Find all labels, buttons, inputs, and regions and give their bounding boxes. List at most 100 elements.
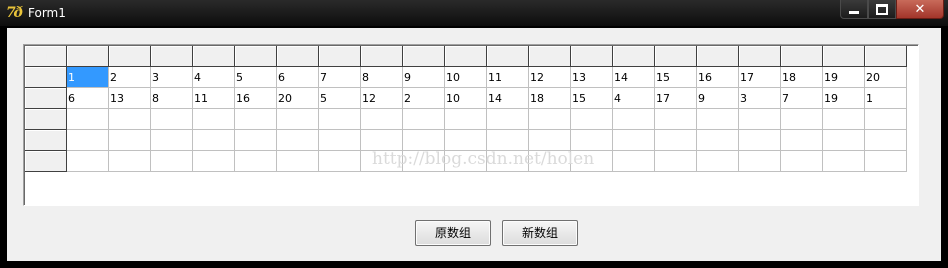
grid-row[interactable]: [25, 108, 907, 130]
grid-cell[interactable]: [864, 150, 907, 172]
grid-cell[interactable]: [780, 108, 823, 130]
grid-cell[interactable]: [444, 129, 487, 151]
maximize-button[interactable]: [868, 0, 896, 19]
grid-cell[interactable]: [570, 129, 613, 151]
grid-cell[interactable]: [612, 129, 655, 151]
grid-cell[interactable]: 10: [444, 66, 487, 88]
grid-cell[interactable]: 5: [234, 66, 277, 88]
grid-cell[interactable]: 3: [150, 66, 193, 88]
new-array-button[interactable]: 新数组: [502, 220, 578, 246]
grid-cell[interactable]: 10: [444, 87, 487, 109]
grid-cell[interactable]: 6: [66, 87, 109, 109]
grid-cell[interactable]: 16: [696, 66, 739, 88]
grid-cell[interactable]: [570, 108, 613, 130]
grid-cell[interactable]: 19: [822, 87, 865, 109]
grid-cell[interactable]: 12: [360, 87, 403, 109]
grid-cell[interactable]: [402, 108, 445, 130]
grid-cell[interactable]: [66, 108, 109, 130]
grid-cell[interactable]: 20: [864, 66, 907, 88]
grid-cell[interactable]: [696, 108, 739, 130]
grid-cell[interactable]: 20: [276, 87, 319, 109]
grid-cell[interactable]: 15: [654, 66, 697, 88]
grid-cell[interactable]: 2: [402, 87, 445, 109]
grid-cell[interactable]: [654, 150, 697, 172]
grid-cell[interactable]: [864, 108, 907, 130]
grid-cell[interactable]: [822, 150, 865, 172]
grid-cell[interactable]: [276, 129, 319, 151]
grid-cell[interactable]: [108, 129, 151, 151]
grid-cell[interactable]: [108, 150, 151, 172]
grid-cell[interactable]: 3: [738, 87, 781, 109]
grid-cell[interactable]: 16: [234, 87, 277, 109]
grid-cell[interactable]: [108, 108, 151, 130]
grid-cell[interactable]: [780, 150, 823, 172]
grid-cell[interactable]: [192, 108, 235, 130]
grid-row[interactable]: 1 2 3 4 5 6 7 8 9 10 11 12 13 14 15 16 17 18 19 20: [25, 66, 907, 88]
grid-cell[interactable]: [864, 129, 907, 151]
grid-cell[interactable]: 13: [108, 87, 151, 109]
grid-cell[interactable]: 8: [360, 66, 403, 88]
grid-cell[interactable]: 19: [822, 66, 865, 88]
grid-cell[interactable]: [192, 129, 235, 151]
grid-cell[interactable]: [66, 129, 109, 151]
grid-cell[interactable]: [486, 108, 529, 130]
grid-row[interactable]: [25, 129, 907, 151]
grid-cell[interactable]: [276, 108, 319, 130]
grid-cell[interactable]: [192, 150, 235, 172]
close-button[interactable]: ✕: [896, 0, 944, 19]
grid-cell[interactable]: [402, 129, 445, 151]
grid-cell[interactable]: 1: [864, 87, 907, 109]
grid-cell[interactable]: 9: [402, 66, 445, 88]
grid-cell[interactable]: [318, 108, 361, 130]
grid-cell[interactable]: [822, 129, 865, 151]
grid-cell[interactable]: [318, 150, 361, 172]
grid-cell[interactable]: 8: [150, 87, 193, 109]
title-bar[interactable]: 7ð Form1 ✕: [0, 0, 948, 26]
grid-cell[interactable]: [822, 108, 865, 130]
grid-cell[interactable]: [234, 108, 277, 130]
grid-cell[interactable]: 18: [780, 66, 823, 88]
grid-cell[interactable]: 2: [108, 66, 151, 88]
grid-cell[interactable]: [654, 108, 697, 130]
grid-cell[interactable]: [780, 129, 823, 151]
grid-cell[interactable]: 18: [528, 87, 571, 109]
grid-cell[interactable]: 7: [318, 66, 361, 88]
grid-cell[interactable]: [696, 129, 739, 151]
grid-cell[interactable]: [360, 108, 403, 130]
grid-cell[interactable]: [612, 108, 655, 130]
grid-cell[interactable]: [654, 129, 697, 151]
original-array-button[interactable]: 原数组: [415, 220, 491, 246]
grid-cell[interactable]: [486, 129, 529, 151]
grid-cell[interactable]: 17: [654, 87, 697, 109]
grid-cell[interactable]: [528, 108, 571, 130]
grid-cell[interactable]: [318, 129, 361, 151]
grid-cell[interactable]: 12: [528, 66, 571, 88]
grid-cell[interactable]: 4: [192, 66, 235, 88]
grid-cell[interactable]: 17: [738, 66, 781, 88]
grid-cell[interactable]: 14: [612, 66, 655, 88]
grid-cell[interactable]: 7: [780, 87, 823, 109]
grid-cell[interactable]: [150, 150, 193, 172]
grid-cell[interactable]: [528, 129, 571, 151]
grid-cell[interactable]: [696, 150, 739, 172]
grid-cell[interactable]: [738, 129, 781, 151]
grid-cell[interactable]: [150, 129, 193, 151]
grid-cell[interactable]: [234, 150, 277, 172]
grid-cell[interactable]: 15: [570, 87, 613, 109]
grid-cell[interactable]: 6: [276, 66, 319, 88]
grid-cell[interactable]: [360, 129, 403, 151]
grid-cell[interactable]: 14: [486, 87, 529, 109]
grid-cell[interactable]: [66, 150, 109, 172]
string-grid[interactable]: 1 2 3 4 5 6 7 8 9 10 11 12 13 14 15 16 17 18 19 20 6 13 8 11 16 2…: [23, 44, 919, 206]
grid-cell[interactable]: [150, 108, 193, 130]
minimize-button[interactable]: [840, 0, 868, 19]
grid-cell[interactable]: [276, 150, 319, 172]
grid-cell[interactable]: 13: [570, 66, 613, 88]
grid-cell[interactable]: 11: [486, 66, 529, 88]
grid-row[interactable]: 6 13 8 11 16 20 5 12 2 10 14 18 15 4 17 9 3 7 19 1: [25, 87, 907, 109]
grid-cell[interactable]: 4: [612, 87, 655, 109]
grid-cell[interactable]: 9: [696, 87, 739, 109]
grid-cell[interactable]: 11: [192, 87, 235, 109]
grid-cell[interactable]: 5: [318, 87, 361, 109]
grid-cell[interactable]: [444, 108, 487, 130]
